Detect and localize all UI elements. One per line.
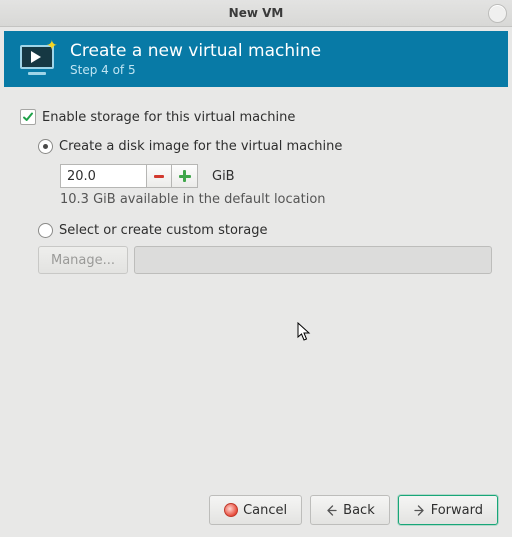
vm-icon: ✦ [18,43,58,75]
disk-size-input[interactable] [60,164,146,188]
enable-storage-label: Enable storage for this virtual machine [42,110,295,125]
close-button[interactable] [488,4,507,23]
create-disk-row[interactable]: Create a disk image for the virtual mach… [38,139,492,154]
check-icon [22,111,34,123]
forward-button[interactable]: Forward [398,495,498,525]
enable-storage-row[interactable]: Enable storage for this virtual machine [20,109,492,125]
manage-button: Manage... [38,246,128,274]
forward-label: Forward [431,503,483,518]
footer: Cancel Back Forward [0,495,512,525]
custom-storage-radio[interactable] [38,223,53,238]
titlebar: New VM [0,0,512,27]
enable-storage-checkbox[interactable] [20,109,36,125]
cancel-icon [224,503,238,517]
disk-size-unit: GiB [212,169,235,184]
create-disk-label: Create a disk image for the virtual mach… [59,139,342,154]
content-area: Enable storage for this virtual machine … [0,87,512,284]
plus-icon [179,170,191,182]
mouse-cursor [297,322,313,344]
banner-heading: Create a new virtual machine [70,41,321,61]
disk-size-spinbox [60,164,198,188]
wizard-banner: ✦ Create a new virtual machine Step 4 of… [4,31,508,87]
banner-step: Step 4 of 5 [70,63,321,77]
cancel-button[interactable]: Cancel [209,495,302,525]
disk-size-decrement[interactable] [146,164,172,188]
window-title: New VM [229,6,284,20]
custom-storage-label: Select or create custom storage [59,223,267,238]
available-space-hint: 10.3 GiB available in the default locati… [60,192,492,207]
back-label: Back [343,503,375,518]
create-disk-radio[interactable] [38,139,53,154]
cancel-label: Cancel [243,503,287,518]
disk-size-row: GiB [56,164,492,188]
back-button[interactable]: Back [310,495,390,525]
forward-icon [413,504,426,517]
manage-row: Manage... [38,246,492,274]
minus-icon [154,175,164,178]
custom-storage-row[interactable]: Select or create custom storage [38,223,492,238]
back-icon [325,504,338,517]
custom-path-input [134,246,492,274]
disk-size-increment[interactable] [172,164,198,188]
manage-button-label: Manage... [51,253,115,268]
